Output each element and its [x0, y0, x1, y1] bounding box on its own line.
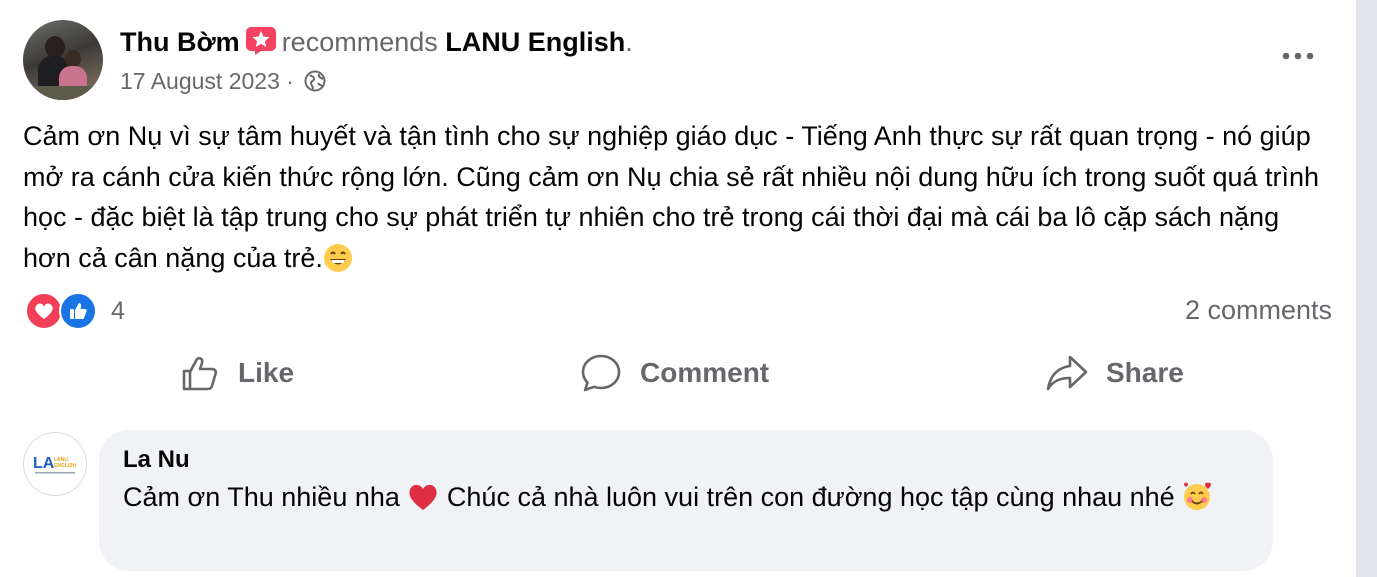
- share-button[interactable]: Share: [1046, 351, 1184, 395]
- post-body: Cảm ơn Nụ vì sự tâm huyết và tận tình ch…: [23, 116, 1333, 278]
- meta-separator: ·: [286, 68, 294, 94]
- more-options-icon[interactable]: [1278, 42, 1318, 70]
- comment-author[interactable]: La Nu: [123, 446, 190, 474]
- page-background-strip: [1356, 0, 1377, 577]
- like-label: Like: [238, 357, 295, 388]
- action-bar: Like Comment Share: [0, 345, 1356, 401]
- comment-bubble: La Nu Cảm ơn Thu nhiều nha Chúc cả nhà l…: [99, 430, 1273, 571]
- lanu-logo-icon: LA LANU ENGLISH: [33, 455, 77, 474]
- post-card: Thu Bờm recommends LANU English. 17 Augus…: [0, 0, 1356, 577]
- like-reaction-icon: [59, 292, 97, 330]
- page-name[interactable]: LANU English: [445, 27, 625, 57]
- red-heart-emoji-icon: [407, 482, 439, 512]
- love-reaction-icon: [25, 292, 63, 330]
- share-icon: [1046, 355, 1088, 391]
- like-icon: [182, 356, 218, 391]
- comment-label: Comment: [640, 357, 770, 388]
- like-button[interactable]: Like: [180, 351, 294, 395]
- author-name[interactable]: Thu Bờm: [120, 27, 240, 57]
- recommend-badge-icon: [245, 27, 276, 55]
- svg-text:ENGLISH: ENGLISH: [54, 463, 77, 469]
- comment-text: Cảm ơn Thu nhiều nha Chúc cả nhà luôn vu…: [123, 478, 1253, 517]
- globe-icon: [304, 70, 326, 92]
- smiling-hearts-emoji-icon: [1182, 480, 1212, 510]
- comment-text-part2: Chúc cả nhà luôn vui trên con đường học …: [439, 482, 1175, 512]
- post-text: Cảm ơn Nụ vì sự tâm huyết và tận tình ch…: [23, 121, 1320, 273]
- reaction-summary[interactable]: 4: [25, 292, 125, 330]
- post-date[interactable]: 17 August 2023: [120, 68, 280, 94]
- comment-button[interactable]: Comment: [580, 351, 769, 395]
- comments-count-link[interactable]: 2 comments: [1185, 295, 1332, 326]
- comment-icon: [581, 354, 621, 392]
- share-label: Share: [1106, 357, 1184, 388]
- header-period: .: [625, 27, 633, 57]
- post-header: Thu Bờm recommends LANU English.: [120, 26, 633, 58]
- grin-emoji-icon: [323, 243, 353, 273]
- reaction-count: 4: [111, 296, 125, 325]
- comment-text-part1: Cảm ơn Thu nhiều nha: [123, 482, 400, 512]
- commenter-avatar[interactable]: LA LANU ENGLISH: [23, 432, 87, 496]
- svg-text:LA: LA: [33, 455, 55, 472]
- post-meta: 17 August 2023 ·: [120, 67, 326, 95]
- recommends-label: recommends: [281, 27, 438, 57]
- author-avatar[interactable]: [23, 20, 103, 100]
